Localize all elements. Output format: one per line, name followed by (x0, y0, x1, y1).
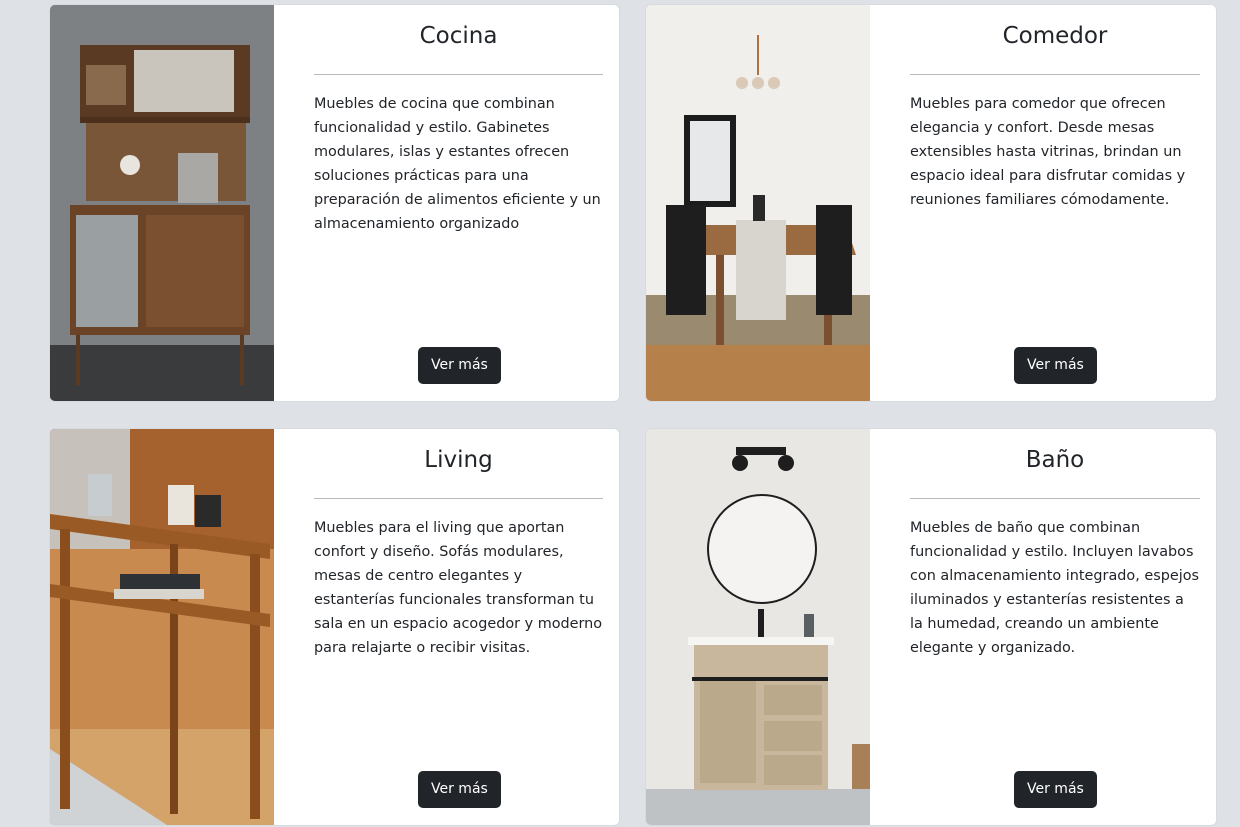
title-divider (910, 74, 1200, 75)
category-card-bano: Baño Muebles de baño que combinan funcio… (645, 428, 1217, 826)
card-description: Muebles para el living que aportan confo… (314, 520, 603, 656)
category-card-living: Living Muebles para el living que aporta… (49, 428, 620, 826)
ver-mas-button[interactable]: Ver más (1014, 347, 1097, 384)
card-title: Cocina (419, 23, 498, 49)
card-description: Muebles para comedor que ofrecen eleganc… (910, 96, 1186, 208)
category-card-cocina: Cocina Muebles de cocina que combinan fu… (49, 4, 620, 402)
card-title: Living (424, 447, 493, 473)
ver-mas-button[interactable]: Ver más (1014, 771, 1097, 808)
bathroom-vanity-image (646, 429, 870, 825)
title-divider (314, 74, 603, 75)
category-card-comedor: Comedor Muebles para comedor que ofrecen… (645, 4, 1217, 402)
card-description: Muebles de cocina que combinan funcional… (314, 96, 601, 232)
title-divider (910, 498, 1200, 499)
dining-room-image (646, 5, 870, 401)
living-room-image (50, 429, 274, 825)
card-title: Baño (1025, 447, 1085, 473)
ver-mas-button[interactable]: Ver más (418, 347, 501, 384)
card-description: Muebles de baño que combinan funcionalid… (910, 520, 1199, 656)
title-divider (314, 498, 603, 499)
kitchen-cabinet-image (50, 5, 274, 401)
card-title: Comedor (1002, 23, 1108, 49)
ver-mas-button[interactable]: Ver más (418, 771, 501, 808)
